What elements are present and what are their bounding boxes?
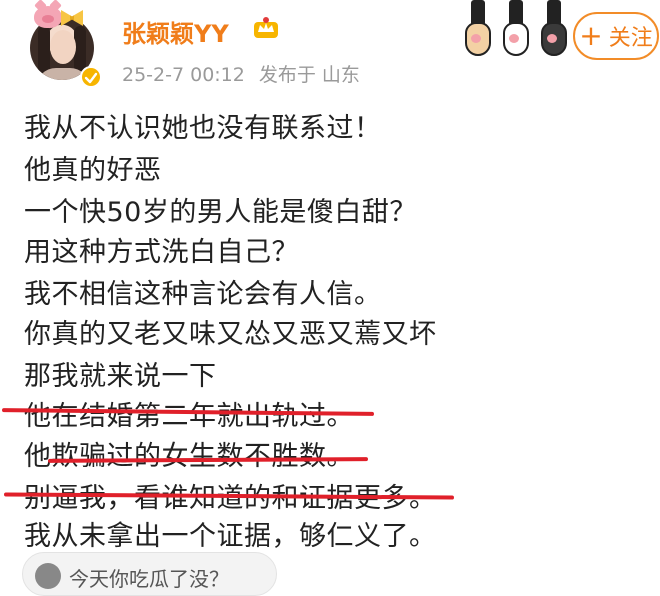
crown-icon xyxy=(254,17,278,38)
post-line: 用这种方式洗白自己？ xyxy=(24,237,299,268)
post-location: 发布于 山东 xyxy=(258,64,360,86)
post-line: 那我就来说一下 xyxy=(24,361,217,392)
cat-paw-icon xyxy=(463,0,493,60)
post-time: 25-2-7 00:12 xyxy=(122,64,245,86)
post-line: 我从不认识她也没有联系过！ xyxy=(24,113,382,144)
username[interactable]: 张颖颖YY xyxy=(122,14,229,49)
pig-badge-icon xyxy=(34,6,62,28)
post-line: 他欺骗过的女生数不胜数。 xyxy=(24,441,354,472)
comment-placeholder: 今天你吃瓜了没？ xyxy=(69,567,229,591)
melon-icon xyxy=(35,563,61,589)
follow-button[interactable]: + 关注 xyxy=(573,12,659,60)
verified-badge-icon xyxy=(80,66,102,88)
avatar[interactable] xyxy=(22,6,104,88)
post-line: 我不相信这种言论会有人信。 xyxy=(24,279,382,310)
cat-paw-icon xyxy=(501,0,531,60)
post-line: 他真的好恶 xyxy=(24,155,162,186)
comment-input[interactable]: 今天你吃瓜了没？ xyxy=(22,552,277,596)
post-line: 一个快50岁的男人能是傻白甜？ xyxy=(24,197,417,228)
cat-paws-decoration xyxy=(463,0,571,62)
cat-paw-icon xyxy=(539,0,569,60)
plus-icon: + xyxy=(579,19,603,52)
post-line: 我从未拿出一个证据，够仁义了。 xyxy=(24,521,437,552)
follow-label: 关注 xyxy=(608,26,653,51)
post-meta: 25-2-7 00:12 发布于 山东 xyxy=(122,60,360,87)
post-header: 张颖颖YY 25-2-7 00:12 发布于 山东 + 关注 xyxy=(0,0,660,96)
post-line: 你真的又老又味又怂又恶又蔫又坏 xyxy=(24,319,437,350)
